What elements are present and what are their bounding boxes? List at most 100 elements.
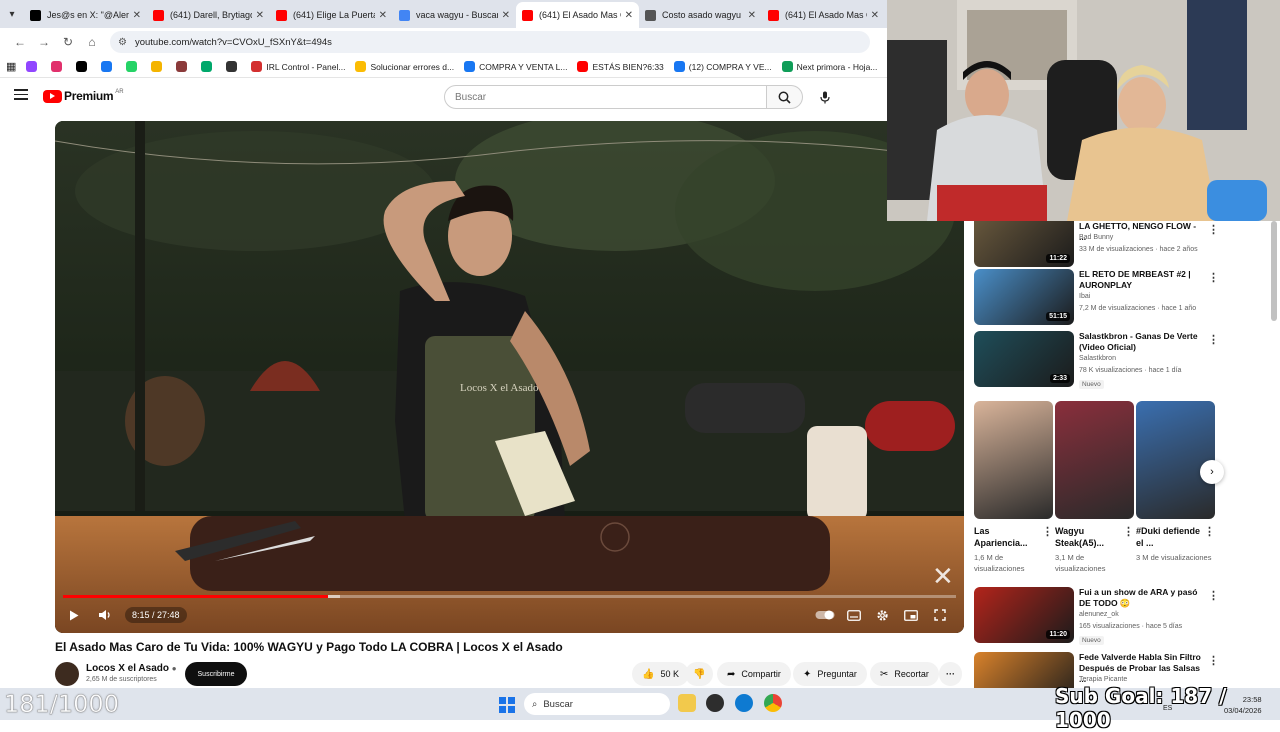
bookmark-item[interactable] bbox=[201, 61, 216, 72]
youtube-premium-logo[interactable]: Premium AR bbox=[43, 89, 124, 103]
recommended-video[interactable]: Fede Valverde Habla Sin Filtro Después d… bbox=[974, 652, 1224, 688]
bookmark-item[interactable] bbox=[26, 61, 41, 72]
taskbar-search-input[interactable]: ⌕ Buscar bbox=[524, 693, 670, 715]
recommended-video[interactable]: 11:20 Fui a un show de ARA y pasó DE TODO… bbox=[974, 587, 1224, 645]
shorts-next-button[interactable]: › bbox=[1200, 460, 1224, 484]
bookmark-item[interactable]: Solucionar errores d... bbox=[355, 61, 454, 72]
close-tab-icon[interactable]: ✕ bbox=[748, 10, 756, 21]
volume-button[interactable] bbox=[93, 604, 117, 626]
bookmark-item[interactable] bbox=[226, 61, 241, 72]
bookmark-item[interactable] bbox=[51, 61, 66, 72]
bookmark-item[interactable] bbox=[151, 61, 166, 72]
forward-icon[interactable]: → bbox=[32, 30, 56, 54]
browser-tab[interactable]: (641) El Asado Mas C ✕ bbox=[516, 2, 639, 28]
close-tab-icon[interactable]: ✕ bbox=[502, 10, 510, 21]
menu-icon[interactable] bbox=[14, 89, 28, 101]
close-icon[interactable]: ✕ bbox=[932, 561, 954, 592]
short-item[interactable]: Las Apariencia... 1,6 M de visualizacione… bbox=[974, 401, 1053, 574]
recommended-channel-name[interactable]: Terapia Picante bbox=[1079, 676, 1127, 683]
bookmark-item[interactable] bbox=[101, 61, 116, 72]
edge-icon[interactable] bbox=[735, 694, 753, 712]
apps-icon[interactable]: ▦ bbox=[6, 60, 16, 73]
bookmark-item[interactable] bbox=[76, 61, 91, 72]
recommended-channel-name[interactable]: alenunez_ok bbox=[1079, 611, 1119, 618]
browser-tab[interactable]: (641) Elige La Puerta ✕ bbox=[270, 2, 393, 28]
url-field[interactable]: ⚙ youtube.com/watch?v=CVOxU_fSXnY&t=494s bbox=[110, 31, 870, 53]
tab-search-icon[interactable]: ▾ bbox=[0, 0, 24, 28]
subscribe-button[interactable]: Suscribirme bbox=[185, 662, 247, 686]
obs-icon[interactable] bbox=[706, 694, 724, 712]
recommended-video[interactable]: 51:15 EL RETO DE MRBEAST #2 | AURONPLAY Ib… bbox=[974, 269, 1224, 327]
autoplay-toggle[interactable] bbox=[813, 604, 837, 626]
more-options-icon[interactable]: ⋮ bbox=[1123, 525, 1134, 538]
more-options-icon[interactable]: ⋮ bbox=[1208, 333, 1219, 346]
home-icon[interactable]: ⌂ bbox=[80, 30, 104, 54]
clock[interactable]: 23:58 03/04/2026 bbox=[1224, 694, 1262, 716]
more-options-icon[interactable]: ⋮ bbox=[1208, 654, 1219, 667]
like-button[interactable]: 👍 50 K bbox=[632, 662, 689, 686]
bookmark-item[interactable]: COMPRA Y VENTA L... bbox=[464, 61, 567, 72]
file-explorer-icon[interactable] bbox=[678, 694, 696, 712]
ask-button[interactable]: ✦ Preguntar bbox=[793, 662, 867, 686]
language-indicator[interactable]: ES bbox=[1163, 705, 1172, 712]
short-item[interactable]: #Duki defiende el ... 3 M de visualizacio… bbox=[1136, 401, 1215, 563]
windows-start-icon[interactable] bbox=[499, 697, 515, 713]
close-tab-icon[interactable]: ✕ bbox=[625, 10, 633, 21]
settings-button[interactable] bbox=[870, 604, 894, 626]
back-icon[interactable]: ← bbox=[8, 30, 32, 54]
channel-avatar[interactable] bbox=[55, 662, 79, 686]
recommended-video-title[interactable]: Salastkbron - Ganas De Verte (Video Ofic… bbox=[1079, 331, 1204, 353]
more-options-icon[interactable]: ⋮ bbox=[1042, 525, 1053, 538]
video-thumbnail[interactable]: 51:15 bbox=[974, 269, 1074, 325]
close-tab-icon[interactable]: ✕ bbox=[379, 10, 387, 21]
miniplayer-button[interactable] bbox=[899, 604, 923, 626]
more-options-icon[interactable]: ⋮ bbox=[1204, 525, 1215, 538]
more-actions-button[interactable]: ··· bbox=[939, 662, 962, 686]
short-thumbnail[interactable] bbox=[974, 401, 1053, 519]
short-title[interactable]: Las Apariencia... bbox=[974, 525, 1040, 549]
voice-search-button[interactable] bbox=[812, 85, 838, 109]
search-input[interactable]: Buscar bbox=[444, 85, 767, 109]
more-options-icon[interactable]: ⋮ bbox=[1208, 589, 1219, 602]
video-thumbnail[interactable]: 2:33 bbox=[974, 331, 1074, 387]
bookmark-item[interactable]: ESTÁS BIEN?6:33 bbox=[577, 61, 664, 72]
more-options-icon[interactable]: ⋮ bbox=[1208, 271, 1219, 284]
recommended-video-title[interactable]: Fui a un show de ARA y pasó DE TODO 😳 bbox=[1079, 587, 1204, 609]
recommended-video-title[interactable]: EL RETO DE MRBEAST #2 | AURONPLAY bbox=[1079, 269, 1204, 291]
clip-button[interactable]: ✂ Recortar bbox=[870, 662, 939, 686]
page-scrollbar[interactable] bbox=[1271, 221, 1277, 321]
video-player[interactable]: Locos X el Asado ✕ 8:15 / 27:48 bbox=[55, 121, 964, 633]
browser-tab[interactable]: (641) Darell, Brytiago ✕ bbox=[147, 2, 270, 28]
browser-tab[interactable]: Costo asado wagyu ✕ bbox=[639, 2, 762, 28]
share-button[interactable]: ➦ Compartir bbox=[717, 662, 791, 686]
bookmark-item[interactable]: (12) COMPRA Y VE... bbox=[673, 61, 772, 72]
more-options-icon[interactable]: ⋮ bbox=[1208, 223, 1219, 236]
recommended-video[interactable]: 2:33 Salastkbron - Ganas De Verte (Video … bbox=[974, 331, 1224, 389]
search-button[interactable] bbox=[767, 85, 803, 109]
chrome-icon[interactable] bbox=[764, 694, 782, 712]
video-thumbnail[interactable]: 11:20 bbox=[974, 587, 1074, 643]
short-thumbnail[interactable] bbox=[1055, 401, 1134, 519]
fullscreen-button[interactable] bbox=[928, 604, 952, 626]
recommended-channel-name[interactable]: Ibai bbox=[1079, 293, 1090, 300]
close-tab-icon[interactable]: ✕ bbox=[871, 10, 879, 21]
short-thumbnail[interactable] bbox=[1136, 401, 1215, 519]
bookmark-item[interactable] bbox=[126, 61, 141, 72]
close-tab-icon[interactable]: ✕ bbox=[256, 10, 264, 21]
bookmark-item[interactable]: IRL Control - Panel... bbox=[251, 61, 345, 72]
bookmark-item[interactable] bbox=[176, 61, 191, 72]
browser-tab[interactable]: Jes@s en X: "@Alertas ✕ bbox=[24, 2, 147, 28]
recommended-channel-name[interactable]: Bad Bunny bbox=[1079, 234, 1113, 241]
short-title[interactable]: #Duki defiende el ... bbox=[1136, 525, 1202, 549]
video-thumbnail[interactable] bbox=[974, 652, 1074, 688]
short-item[interactable]: Wagyu Steak(A5)... 3,1 M de visualizacion… bbox=[1055, 401, 1134, 574]
play-button[interactable] bbox=[63, 604, 85, 626]
browser-tab[interactable]: vaca wagyu - Buscar ✕ bbox=[393, 2, 516, 28]
dislike-button[interactable]: 👎 bbox=[685, 662, 714, 686]
site-info-icon[interactable]: ⚙ bbox=[118, 37, 127, 48]
short-title[interactable]: Wagyu Steak(A5)... bbox=[1055, 525, 1121, 549]
recommended-channel-name[interactable]: Salastkbron bbox=[1079, 355, 1116, 362]
video-thumbnail[interactable]: 11:22 bbox=[974, 221, 1074, 267]
bookmark-item[interactable]: Next primora - Hoja... bbox=[781, 61, 877, 72]
close-tab-icon[interactable]: ✕ bbox=[133, 10, 141, 21]
